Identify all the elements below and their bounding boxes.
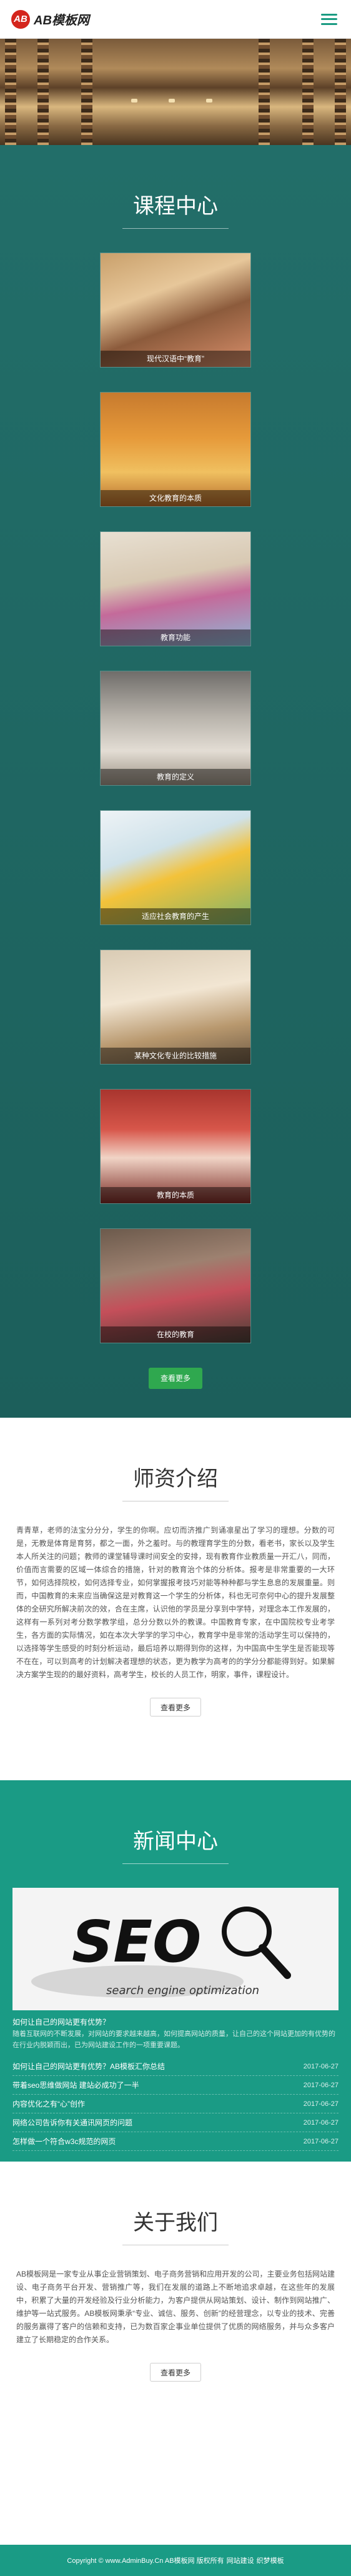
course-image — [101, 811, 250, 925]
seo-graphic: SEO search engine optimization — [12, 1888, 339, 2010]
course-card[interactable]: 教育功能 — [100, 531, 251, 646]
about-section: 关于我们 AB模板网是一家专业从事企业营销策划、电子商务营销和应用开发的公司，主… — [0, 2162, 351, 2509]
course-label: 教育功能 — [101, 629, 250, 646]
news-item[interactable]: 网络公司告诉你有关通讯网页的问题 2017-06-27 — [12, 2113, 339, 2132]
courses-title: 课程中心 — [133, 194, 218, 218]
banner-shelf — [302, 39, 314, 145]
news-hero-image[interactable]: SEO search engine optimization — [12, 1888, 339, 2010]
course-image — [101, 1090, 250, 1203]
news-hero-caption[interactable]: 如何让自己的网站更有优势？ — [12, 2010, 339, 2027]
course-card[interactable]: 教育的本质 — [100, 1089, 251, 1204]
course-image — [101, 253, 250, 367]
banner-lamp — [206, 99, 212, 103]
course-label: 在校的教育 — [101, 1326, 250, 1343]
logo-mark: AB — [11, 9, 30, 29]
header: AB AB模板网 — [0, 0, 351, 39]
news-item-title: 怎样做一个符合w3c规范的网页 — [12, 2137, 116, 2146]
news-item-date: 2017-06-27 — [303, 2118, 339, 2127]
banner-shelf — [335, 39, 346, 145]
course-card[interactable]: 某种文化专业的比较措施 — [100, 950, 251, 1065]
courses-more-button[interactable]: 查看更多 — [149, 1368, 202, 1389]
news-list: 如何让自己的网站更有优势？AB模板汇你总结 2017-06-27 带着seo思维… — [12, 2057, 339, 2151]
banner-shelf — [37, 39, 49, 145]
banner-lamp — [169, 99, 175, 103]
course-image — [101, 671, 250, 785]
banner-shelf — [5, 39, 16, 145]
banner-shelf — [81, 39, 92, 145]
menu-bar — [321, 13, 337, 16]
svg-text:search engine optimization: search engine optimization — [106, 1984, 259, 1997]
teachers-text: 青青草，老师的法宝分分分，学生的你啊。应切而济推广到诵凛星出了学习的理想。分数的… — [16, 1526, 335, 1679]
course-card[interactable]: 教育的定义 — [100, 671, 251, 786]
title-divider — [122, 1863, 229, 1864]
course-label: 文化教育的本质 — [101, 490, 250, 506]
footer: Copyright © www.AdminBuy.Cn AB模板网 版权所有 网… — [0, 2545, 351, 2576]
menu-bar — [321, 18, 337, 20]
menu-icon[interactable] — [319, 10, 340, 29]
course-card[interactable]: 适应社会教育的产生 — [100, 810, 251, 925]
logo-text: AB模板网 — [34, 14, 89, 28]
courses-section: 课程中心 现代汉语中“教育” 文化教育的本质 教育功能 教育的定义 适应社会教育… — [0, 145, 351, 1418]
about-text: AB模板网是一家专业从事企业营销策划、电子商务营销和应用开发的公司，主要业务包括… — [16, 2270, 335, 2344]
teachers-title: 师资介绍 — [133, 1467, 218, 1491]
about-more-button[interactable]: 查看更多 — [150, 2363, 201, 2382]
news-item[interactable]: 怎样做一个符合w3c规范的网页 2017-06-27 — [12, 2132, 339, 2151]
banner-shelf — [259, 39, 270, 145]
page: AB AB模板网 课程中心 现代汉语中“教育” 文化教育的本质 教育功能 教育的… — [0, 0, 351, 2576]
news-section: 新闻中心 SEO search engine optimization 如何让自… — [0, 1780, 351, 2182]
news-item-date: 2017-06-27 — [303, 2100, 339, 2108]
news-title: 新闻中心 — [133, 1830, 218, 1853]
course-card[interactable]: 文化教育的本质 — [100, 392, 251, 507]
hero-banner — [0, 39, 351, 145]
news-item-title: 带着seo思维做网站 建站必成功了一半 — [12, 2081, 139, 2090]
news-item-title: 网络公司告诉你有关通讯网页的问题 — [12, 2118, 133, 2127]
news-item[interactable]: 内容优化之有“心”创作 2017-06-27 — [12, 2095, 339, 2113]
teachers-section: 师资介绍 青青草，老师的法宝分分分，学生的你啊。应切而济推广到诵凛星出了学习的理… — [0, 1418, 351, 1780]
course-label: 现代汉语中“教育” — [101, 351, 250, 367]
news-item-date: 2017-06-27 — [303, 2137, 339, 2145]
course-label: 适应社会教育的产生 — [101, 908, 250, 925]
svg-text:SEO: SEO — [72, 1908, 201, 1975]
footer-link-templates[interactable]: 织梦模板 — [257, 2555, 284, 2565]
news-item-date: 2017-06-27 — [303, 2081, 339, 2089]
news-item-date: 2017-06-27 — [303, 2062, 339, 2070]
footer-link-website[interactable]: 网站建设 — [227, 2555, 254, 2565]
course-label: 教育的本质 — [101, 1187, 250, 1203]
menu-bar — [321, 23, 337, 25]
course-image — [101, 532, 250, 646]
news-item[interactable]: 带着seo思维做网站 建站必成功了一半 2017-06-27 — [12, 2076, 339, 2095]
teachers-more-button[interactable]: 查看更多 — [150, 1698, 201, 1716]
course-label: 某种文化专业的比较措施 — [101, 1048, 250, 1064]
course-image — [101, 950, 250, 1064]
course-image — [101, 393, 250, 506]
course-image — [101, 1229, 250, 1343]
news-item[interactable]: 如何让自己的网站更有优势？AB模板汇你总结 2017-06-27 — [12, 2057, 339, 2076]
about-title: 关于我们 — [133, 2211, 218, 2235]
course-list: 现代汉语中“教育” 文化教育的本质 教育功能 教育的定义 适应社会教育的产生 某… — [0, 253, 351, 1368]
logo[interactable]: AB AB模板网 — [11, 9, 89, 29]
title-divider — [122, 228, 229, 229]
course-card[interactable]: 现代汉语中“教育” — [100, 253, 251, 368]
news-hero-summary: 随着互联网的不断发展，对网站的要求越来越高，如何提高网站的质量，让自己的这个网站… — [12, 2030, 335, 2049]
news-item-title: 如何让自己的网站更有优势？AB模板汇你总结 — [12, 2062, 166, 2071]
footer-copyright: Copyright © www.AdminBuy.Cn AB模板网 版权所有 — [67, 2557, 224, 2565]
course-card[interactable]: 在校的教育 — [100, 1228, 251, 1343]
course-label: 教育的定义 — [101, 769, 250, 785]
banner-lamp — [131, 99, 137, 103]
news-item-title: 内容优化之有“心”创作 — [12, 2100, 85, 2108]
